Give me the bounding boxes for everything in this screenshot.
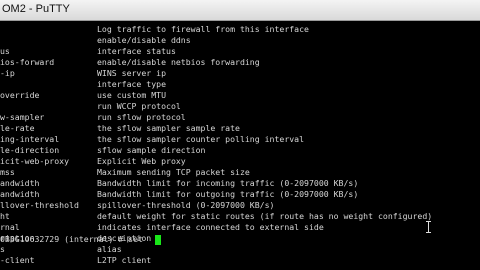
help-keyword: override xyxy=(0,90,40,100)
ibeam-cursor-icon xyxy=(426,221,432,233)
text-cursor xyxy=(155,235,161,245)
help-description: L2TP client xyxy=(97,255,152,265)
help-keyword: -client xyxy=(0,255,35,265)
help-keyword: -ip xyxy=(0,68,15,78)
command-prompt[interactable]: 0B3G10632729 (internal) # set xyxy=(0,233,148,245)
window-titlebar[interactable]: OM2 - PuTTY xyxy=(0,0,480,21)
window-title: OM2 - PuTTY xyxy=(2,3,70,15)
help-keyword: llover-threshold xyxy=(0,200,79,210)
